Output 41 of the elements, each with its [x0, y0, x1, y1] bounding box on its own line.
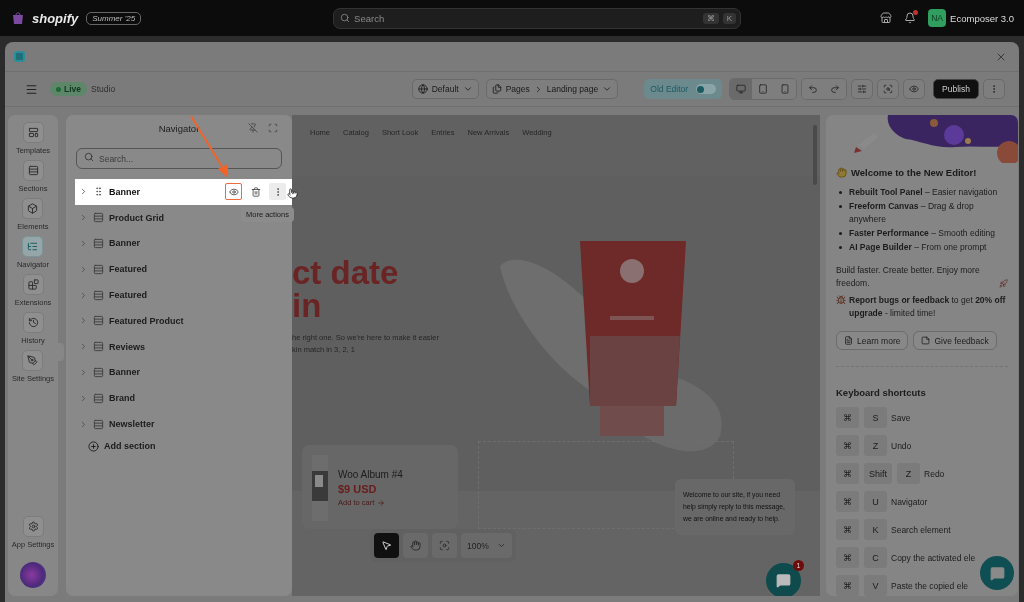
section-title: Keyboard shortcuts — [836, 387, 927, 398]
shortcut-key: ⌘ — [836, 519, 859, 540]
tagline: Build faster. Create better. Enjoy more freedom. — [836, 264, 981, 290]
feature-text: Freeform Canvas – Drag & drop anywhere — [849, 200, 975, 226]
status-badge: Live — [50, 82, 87, 96]
shortcut-key: V — [864, 575, 887, 596]
store-name: Ecomposer 3.0 — [950, 12, 1014, 24]
shortcut-key: U — [864, 491, 887, 512]
feature-text: Rebuilt Tool Panel – Easier navigation — [849, 186, 998, 199]
shortcut-key: Z — [897, 463, 920, 484]
shortcut-key: C — [864, 547, 887, 568]
shortcut-label: Paste the copied ele — [891, 580, 969, 591]
shortcut-key: Z — [864, 435, 887, 456]
promo-text: Report bugs or feedback to get 20% off upgrade - limited time! — [849, 294, 1007, 320]
shortcut-key: Shift — [864, 463, 892, 484]
shortcut-key: ⌘ — [836, 575, 859, 596]
shortcut-key: ⌘ — [836, 407, 859, 428]
shortcut-label: Save — [891, 412, 911, 423]
shortcut-label: Redo — [924, 468, 945, 479]
edition-badge: Summer '25 — [86, 11, 142, 25]
shortcut-label: Undo — [891, 440, 912, 451]
shortcut-key: K — [722, 12, 737, 24]
welcome-title: Welcome to the New Editor! — [851, 167, 977, 178]
shortcut-key: ⌘ — [836, 491, 859, 512]
hero-title: ct date — [292, 256, 400, 289]
feature-text: AI Page Builder – From one prompt — [849, 241, 987, 254]
shortcut-label: Copy the activated ele — [891, 552, 976, 563]
shortcut-key: ⌘ — [836, 435, 859, 456]
shortcut-label: Navigator — [891, 496, 928, 507]
brand-logo: shopify — [32, 10, 79, 26]
hero-title: in — [292, 289, 323, 322]
shortcut-key: S — [864, 407, 887, 428]
shortcut-key: ⌘ — [702, 12, 719, 24]
product-price: $9 USD — [338, 483, 378, 495]
shortcut-key: ⌘ — [836, 547, 859, 568]
mode-label: Studio — [91, 84, 116, 94]
shortcut-key: ⌘ — [836, 463, 859, 484]
shortcut-label: Search element — [891, 524, 951, 535]
feature-text: Faster Performance – Smooth editing — [849, 227, 995, 240]
product-title: Woo Album #4 — [338, 469, 403, 480]
shortcut-key: K — [864, 519, 887, 540]
